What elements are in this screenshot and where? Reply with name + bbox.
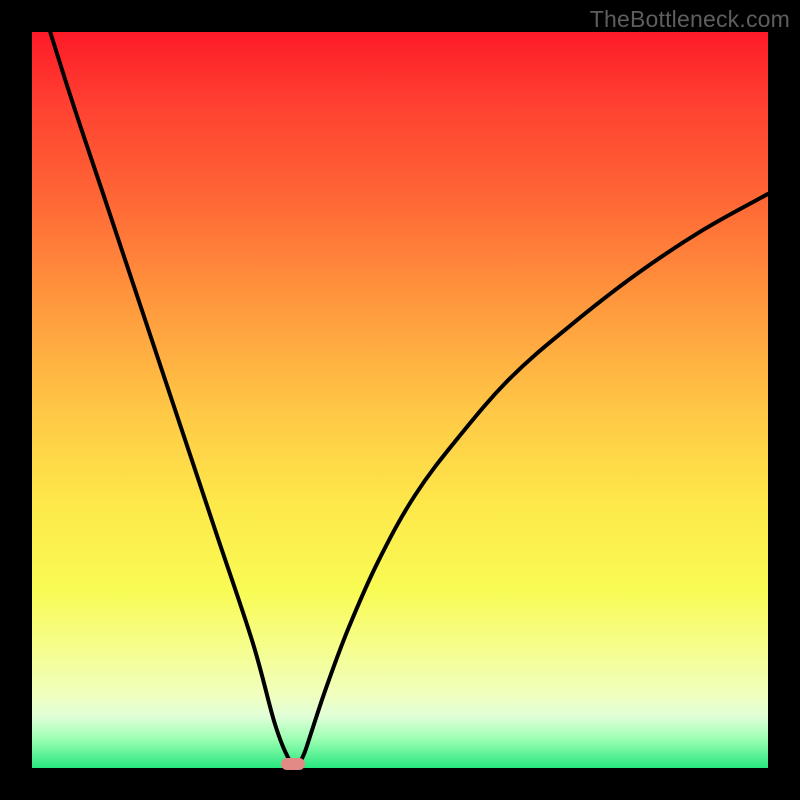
bottleneck-curve	[32, 32, 768, 768]
optimum-marker	[281, 758, 305, 770]
chart-plot-area	[32, 32, 768, 768]
watermark-text: TheBottleneck.com	[590, 6, 790, 33]
